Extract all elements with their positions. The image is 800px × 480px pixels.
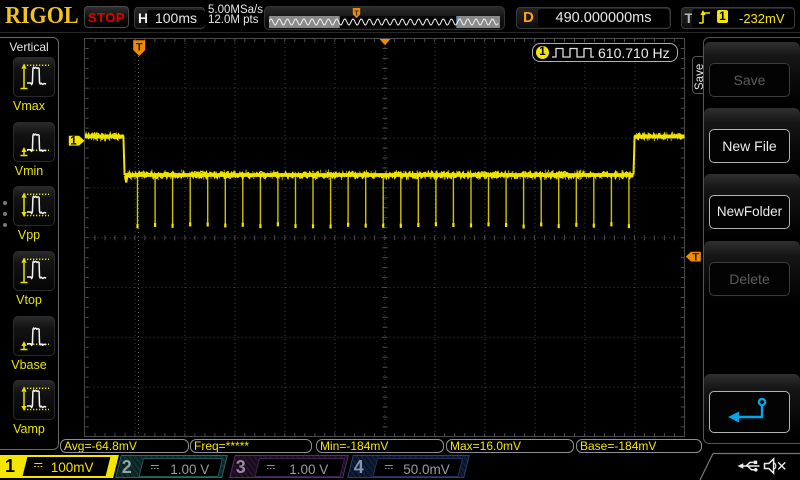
svg-text:T: T bbox=[136, 42, 143, 54]
svg-text:1: 1 bbox=[70, 136, 77, 148]
svg-text:T: T bbox=[354, 9, 359, 18]
svg-text:T: T bbox=[692, 251, 699, 263]
